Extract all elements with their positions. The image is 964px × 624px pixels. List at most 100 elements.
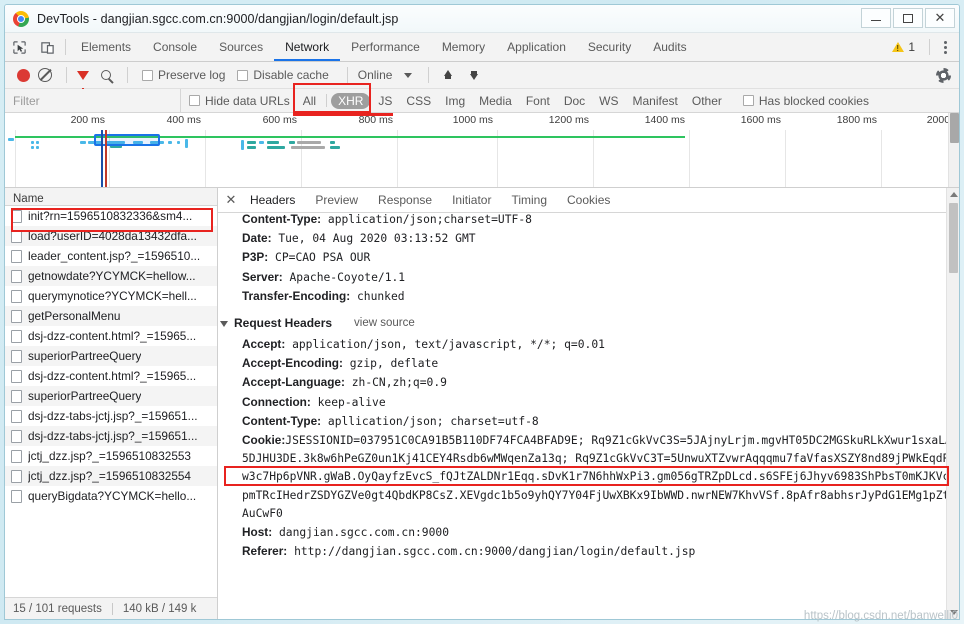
overview-tick: 200 ms [70, 114, 105, 126]
preserve-log-checkbox[interactable]: Preserve log [142, 68, 225, 82]
filter-type-doc[interactable]: Doc [557, 94, 592, 108]
document-icon [11, 469, 22, 483]
request-name: getPersonalMenu [28, 309, 121, 323]
filter-type-font[interactable]: Font [519, 94, 557, 108]
requests-list[interactable]: init?rn=1596510832336&sm4... load?userID… [5, 206, 217, 597]
tab-headers[interactable]: Headers [240, 193, 305, 207]
header-line: Accept-Language: zh-CN,zh;q=0.9 [230, 373, 959, 392]
network-overview-timeline[interactable]: 200 ms 400 ms 600 ms 800 ms 1000 ms 1200… [5, 113, 959, 188]
tab-performance[interactable]: Performance [340, 33, 431, 61]
maximize-button[interactable] [893, 8, 923, 28]
dom-content-loaded-marker [293, 113, 393, 116]
close-icon: ✕ [934, 10, 946, 26]
scroll-up-button[interactable] [947, 188, 959, 201]
tab-timing[interactable]: Timing [501, 193, 557, 207]
search-icon[interactable] [101, 70, 111, 80]
tab-sources[interactable]: Sources [208, 33, 274, 61]
tab-label: Elements [81, 40, 132, 54]
table-row[interactable]: dsj-dzz-tabs-jctj.jsp?_=159651... [5, 406, 217, 426]
request-headers-section-title[interactable]: Request Headers view source [220, 314, 959, 333]
filter-type-xhr[interactable]: XHR [331, 92, 371, 109]
has-blocked-cookies-checkbox[interactable]: Has blocked cookies [742, 93, 869, 108]
tab-initiator[interactable]: Initiator [442, 193, 501, 207]
filter-type-all[interactable]: All [296, 94, 323, 108]
tab-console[interactable]: Console [142, 33, 208, 61]
minimize-button[interactable] [861, 8, 891, 28]
tab-application[interactable]: Application [496, 33, 577, 61]
filter-type-label: WS [599, 93, 619, 108]
inspect-element-button[interactable] [5, 33, 33, 61]
tab-label: Performance [351, 40, 420, 54]
request-name: jctj_dzz.jsp?_=1596510832554 [28, 469, 191, 483]
export-har-icon[interactable] [467, 68, 481, 82]
throttling-select[interactable]: Online [358, 68, 393, 82]
clear-icon[interactable] [38, 68, 52, 82]
document-icon [11, 369, 22, 383]
overview-window-divider-left[interactable] [101, 130, 103, 187]
table-row[interactable]: getnowdate?YCYMCK=hellow... [5, 266, 217, 286]
toolbar-divider [65, 39, 66, 55]
table-row[interactable]: dsj-dzz-content.html?_=15965... [5, 366, 217, 386]
table-row[interactable]: leader_content.jsp?_=1596510... [5, 246, 217, 266]
preserve-log-label: Preserve log [158, 68, 226, 82]
has-blocked-cookies-label: Has blocked cookies [758, 93, 869, 108]
overview-scrollbar[interactable] [948, 113, 959, 187]
tab-cookies[interactable]: Cookies [557, 193, 620, 207]
view-source-link[interactable]: view source [354, 314, 415, 333]
table-row[interactable]: dsj-dzz-tabs-jctj.jsp?_=159651... [5, 426, 217, 446]
more-options-button[interactable] [936, 40, 955, 54]
transferred-size: 140 kB / 149 k [122, 602, 197, 615]
gear-icon[interactable] [936, 67, 951, 83]
overview-selection-window[interactable] [94, 134, 160, 146]
header-line: Transfer-Encoding: chunked [230, 287, 959, 306]
table-row[interactable]: superiorPartreeQuery [5, 346, 217, 366]
tab-elements[interactable]: Elements [70, 33, 142, 61]
filter-input[interactable] [5, 89, 181, 112]
table-row[interactable]: queryBigdata?YCYMCK=hello... [5, 486, 217, 506]
table-row[interactable]: jctj_dzz.jsp?_=1596510832554 [5, 466, 217, 486]
import-har-icon[interactable] [441, 68, 455, 82]
hide-data-urls-checkbox[interactable]: Hide data URLs [189, 94, 290, 108]
scrollbar-thumb[interactable] [949, 203, 958, 273]
table-row[interactable]: dsj-dzz-content.html?_=15965... [5, 326, 217, 346]
header-value: Tue, 04 Aug 2020 03:13:52 GMT [278, 232, 476, 246]
table-row[interactable]: init?rn=1596510832336&sm4... [5, 206, 217, 226]
chevron-down-icon[interactable] [404, 72, 413, 78]
table-row[interactable]: superiorPartreeQuery [5, 386, 217, 406]
close-detail-icon[interactable]: ✕ [222, 193, 240, 208]
disable-cache-checkbox[interactable]: Disable cache [237, 68, 329, 82]
tab-audits[interactable]: Audits [642, 33, 697, 61]
header-line: Accept-Encoding: gzip, deflate [230, 354, 959, 373]
record-button[interactable] [17, 68, 30, 82]
filter-type-media[interactable]: Media [472, 94, 519, 108]
tab-memory[interactable]: Memory [431, 33, 496, 61]
chevron-up-icon [949, 192, 958, 197]
headers-content[interactable]: Content-Type: application/json;charset=U… [218, 213, 959, 619]
tab-preview[interactable]: Preview [305, 193, 368, 207]
filter-type-ws[interactable]: WS [592, 94, 625, 108]
requests-column-header[interactable]: Name [5, 188, 217, 206]
detail-scrollbar[interactable] [946, 188, 959, 619]
warning-count: 1 [908, 40, 915, 54]
close-button[interactable]: ✕ [925, 8, 955, 28]
tab-security[interactable]: Security [577, 33, 642, 61]
filter-type-manifest[interactable]: Manifest [626, 94, 685, 108]
scrollbar-thumb[interactable] [950, 113, 959, 143]
request-name: dsj-dzz-tabs-jctj.jsp?_=159651... [28, 409, 198, 423]
warning-counter[interactable]: 1 [892, 40, 923, 54]
table-row[interactable]: jctj_dzz.jsp?_=1596510832553 [5, 446, 217, 466]
table-row[interactable]: load?userID=4028da13432dfa... [5, 226, 217, 246]
table-row[interactable]: getPersonalMenu [5, 306, 217, 326]
filter-type-js[interactable]: JS [371, 94, 399, 108]
window-controls: ✕ [861, 8, 955, 28]
header-value: keep-alive [317, 395, 386, 409]
tab-response[interactable]: Response [368, 193, 442, 207]
filter-type-img[interactable]: Img [438, 94, 472, 108]
filter-type-other[interactable]: Other [685, 94, 729, 108]
table-row[interactable]: querymynotice?YCYMCK=hell... [5, 286, 217, 306]
device-toolbar-button[interactable] [33, 33, 61, 61]
filter-type-label: XHR [338, 93, 364, 108]
tab-network[interactable]: Network [274, 33, 341, 61]
filter-icon[interactable] [77, 70, 89, 93]
filter-type-css[interactable]: CSS [399, 94, 438, 108]
